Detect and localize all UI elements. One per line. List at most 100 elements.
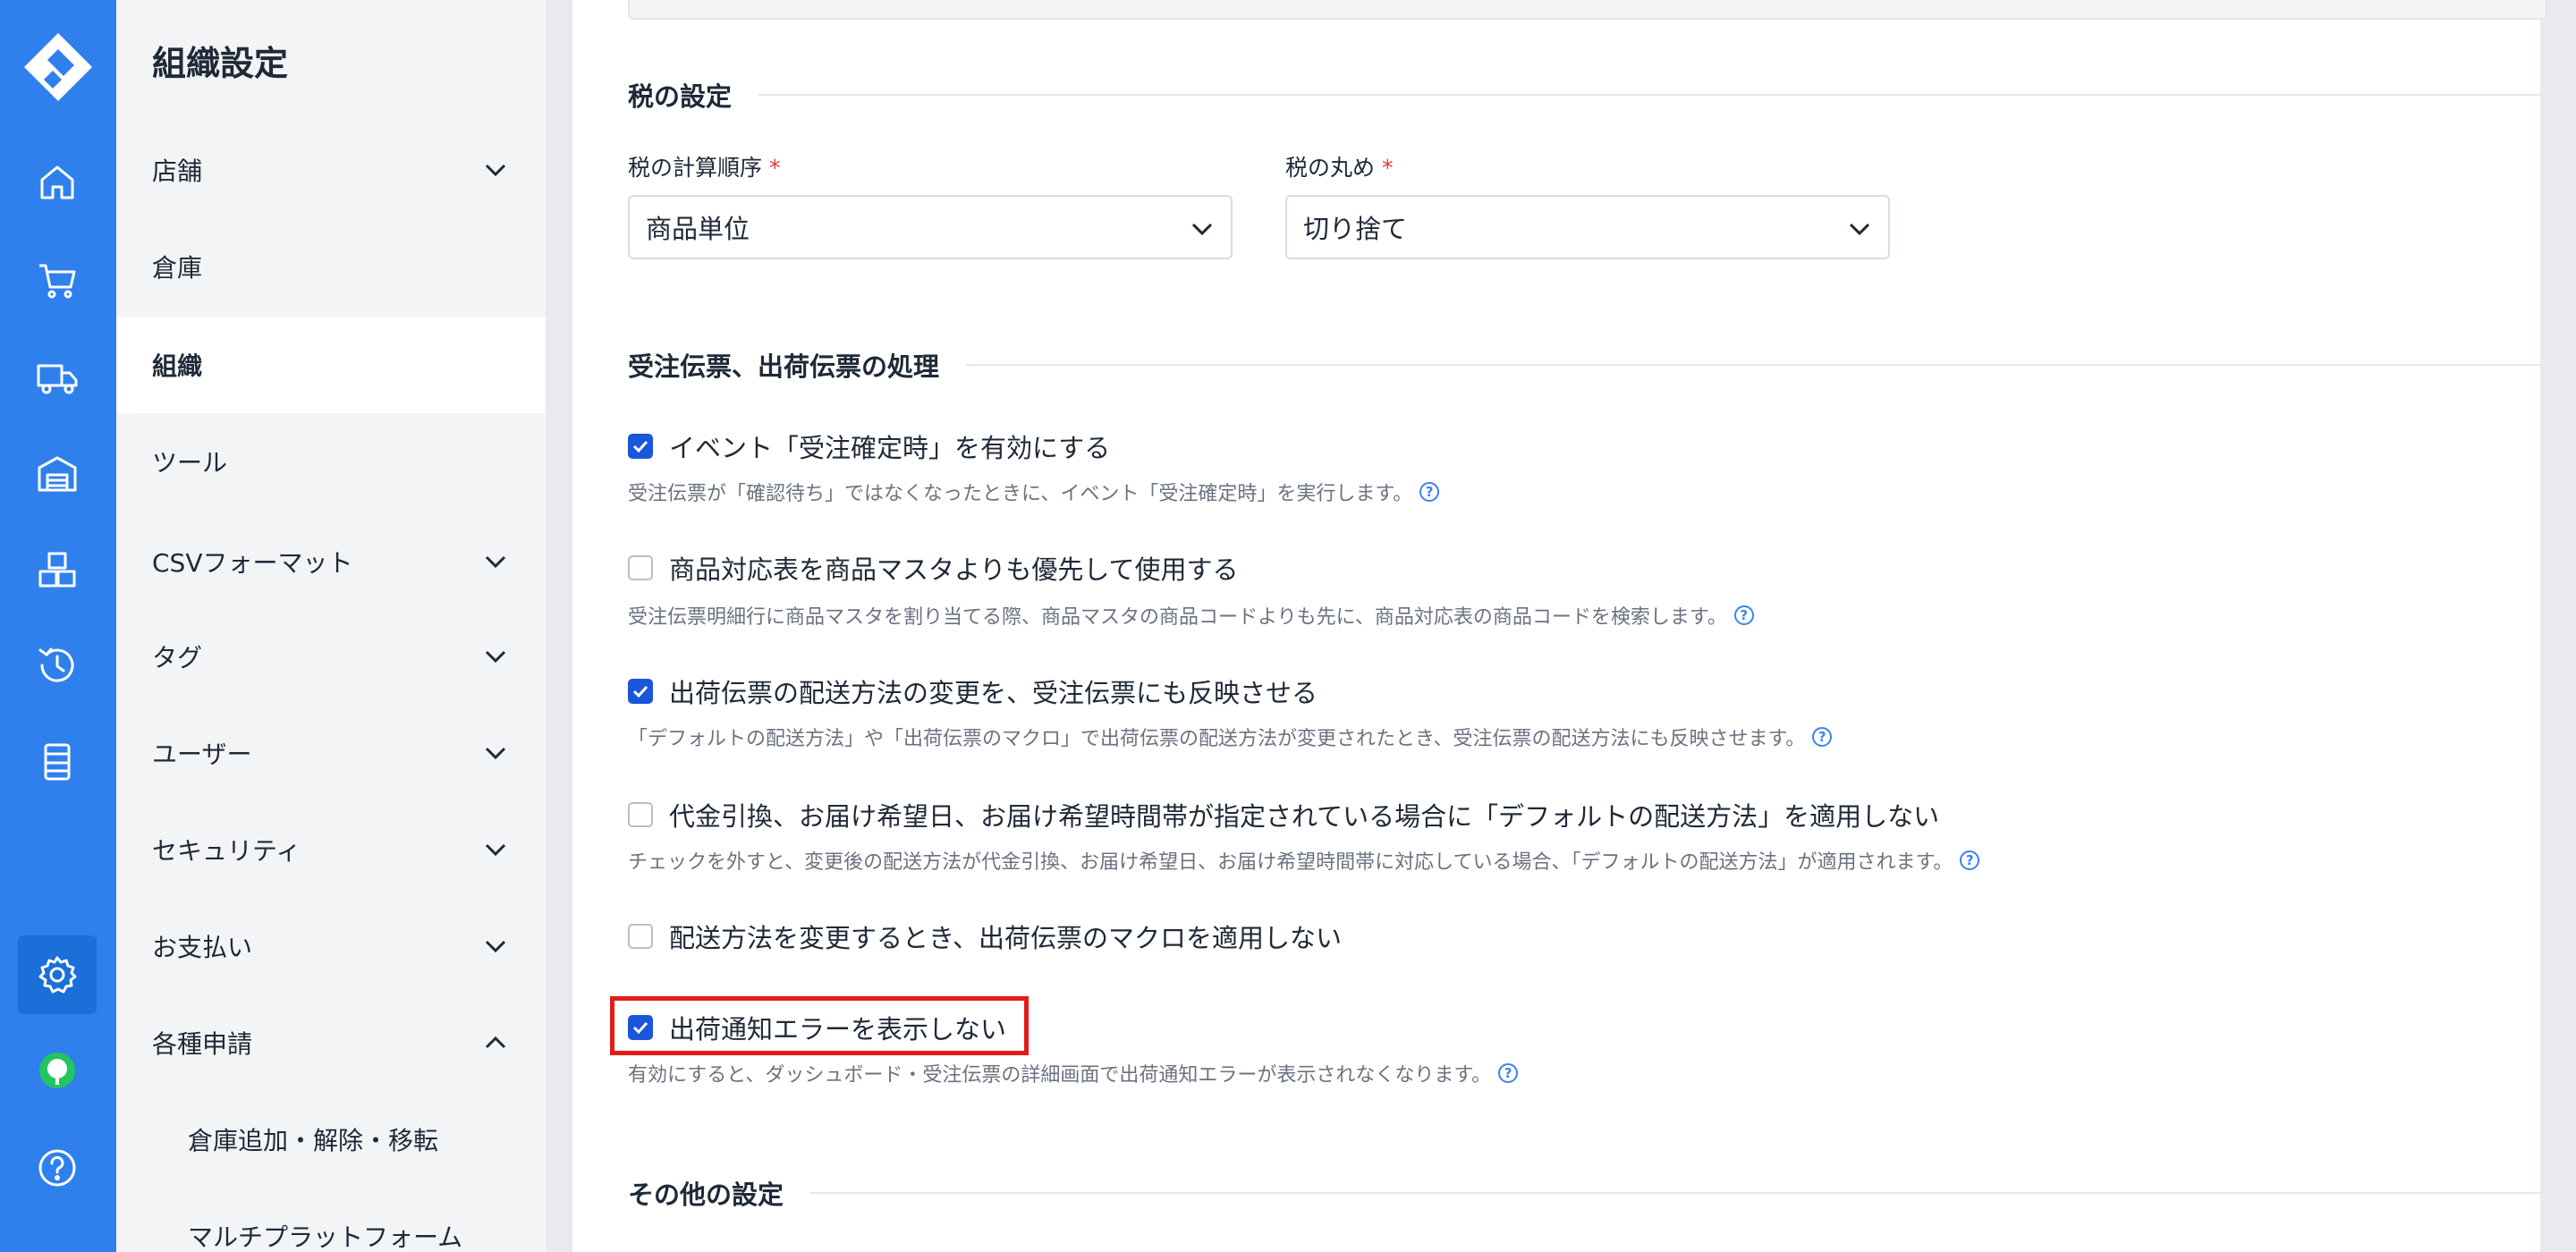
option-help: 「デフォルトの配送方法」や「出荷伝票のマクロ」で出荷伝票の配送方法が変更されたと… [628, 723, 1833, 751]
warehouse-icon[interactable] [18, 435, 97, 513]
option-hide-shipping-notice-error[interactable]: 出荷通知エラーを表示しない [628, 1009, 1006, 1046]
option-help: 有効にすると、ダッシュボード・受注伝票の詳細画面で出荷通知エラーが表示されなくな… [628, 1059, 1519, 1087]
settings-icon[interactable] [18, 935, 97, 1014]
option-help: 受注伝票明細行に商品マスタを割り当てる際、商品マスタの商品コードよりも先に、商品… [628, 601, 1754, 630]
help-text: チェックを外すと、変更後の配送方法が代金引換、お届け希望日、お届け希望時間帯に対… [628, 851, 1953, 874]
option-help: 受注伝票が「確認待ち」ではなくなったときに、イベント「受注確定時」を実行します。… [628, 478, 1440, 506]
divider [758, 94, 2547, 96]
checkbox[interactable] [628, 434, 653, 459]
chevron-down-icon [1849, 223, 1870, 236]
option-help: チェックを外すと、変更後の配送方法が代金引換、お届け希望日、お届け希望時間帯に対… [628, 846, 1980, 875]
sidebar-item-label: 倉庫追加・解除・移転 [188, 1126, 439, 1155]
chevron-down-icon [485, 555, 506, 569]
sidebar-item-label: セキュリティ [152, 836, 301, 866]
question-icon[interactable]: ? [1498, 1063, 1519, 1083]
option-label: 配送方法を変更するとき、出荷伝票のマクロを適用しない [669, 923, 1342, 953]
previous-section-box [628, 0, 2547, 20]
sidebar-item-organization[interactable]: 組織 [116, 317, 546, 413]
settings-panel: 税の設定 税の計算順序 * 商品単位 税の丸め * 切り捨て 受注伝票、出荷伝票の処… [572, 0, 2547, 1252]
help-icon[interactable] [18, 1129, 97, 1207]
icon-rail [0, 0, 116, 1252]
sidebar-item-security[interactable]: セキュリティ [116, 801, 546, 898]
option-label: イベント「受注確定時」を有効にする [669, 433, 1111, 463]
settings-sidebar: 組織設定 店舗 倉庫 組織 ツール CSVフォーマット タグ ユーザー セキュリ… [116, 0, 546, 1252]
field-label-text: 税の計算順序 [628, 155, 763, 181]
sidebar-item-label: マルチプラットフォーム [188, 1222, 463, 1252]
sidebar-item-users[interactable]: ユーザー [116, 705, 546, 801]
option-label: 出荷伝票の配送方法の変更を、受注伝票にも反映させる [669, 678, 1318, 708]
option-label: 出荷通知エラーを表示しない [669, 1014, 1007, 1045]
home-icon[interactable] [18, 143, 97, 222]
processing-section-heading: 受注伝票、出荷伝票の処理 [628, 347, 2547, 383]
option-label: 商品対応表を商品マスタよりも優先して使用する [669, 554, 1239, 585]
database-icon[interactable] [18, 723, 97, 801]
sidebar-item-label: 店舗 [152, 156, 203, 186]
option-skip-default-shipping[interactable]: 代金引換、お届け希望日、お届け希望時間帯が指定されている場合に「デフォルトの配送… [628, 796, 1939, 833]
chevron-up-icon [485, 1036, 506, 1049]
sidebar-item-label: 倉庫 [152, 253, 203, 283]
checkbox[interactable] [628, 679, 653, 704]
sidebar-item-payment[interactable]: お支払い [116, 898, 546, 994]
truck-icon[interactable] [18, 338, 97, 417]
chat-icon[interactable] [18, 1032, 97, 1111]
question-icon[interactable]: ? [1419, 482, 1440, 502]
select-value: 切り捨て [1303, 214, 1408, 244]
section-title: その他の設定 [628, 1180, 784, 1210]
help-text: 受注伝票明細行に商品マスタを割り当てる際、商品マスタの商品コードよりも先に、商品… [628, 606, 1727, 629]
question-icon[interactable]: ? [1960, 850, 1980, 870]
history-icon[interactable] [18, 626, 97, 705]
chevron-down-icon [485, 650, 506, 664]
divider [810, 1192, 2547, 1194]
checkbox[interactable] [628, 802, 653, 827]
sidebar-subitem-multiplatform[interactable]: マルチプラットフォーム [116, 1188, 546, 1252]
required-mark: * [1382, 155, 1394, 181]
tax-section-heading: 税の設定 [628, 77, 2547, 113]
help-text: 「デフォルトの配送方法」や「出荷伝票のマクロ」で出荷伝票の配送方法が変更されたと… [628, 728, 1806, 750]
option-skip-macro-on-change[interactable]: 配送方法を変更するとき、出荷伝票のマクロを適用しない [628, 918, 1342, 955]
sidebar-item-label: タグ [152, 643, 203, 673]
tax-order-select[interactable]: 商品単位 [628, 195, 1233, 259]
section-title: 受注伝票、出荷伝票の処理 [628, 351, 940, 382]
section-title: 税の設定 [628, 81, 733, 112]
field-label-text: 税の丸め [1285, 155, 1376, 181]
sidebar-item-applications[interactable]: 各種申請 [116, 994, 546, 1091]
sidebar-item-label: CSVフォーマット [152, 548, 353, 578]
select-value: 商品単位 [646, 214, 750, 244]
chevron-down-icon [485, 747, 506, 760]
checkbox[interactable] [628, 1015, 653, 1040]
other-section-heading: その他の設定 [628, 1175, 2547, 1211]
logo-icon[interactable] [18, 27, 98, 107]
chevron-down-icon [485, 843, 506, 857]
sidebar-item-label: 各種申請 [152, 1029, 253, 1059]
tax-rounding-select[interactable]: 切り捨て [1285, 195, 1890, 259]
sidebar-item-label: 組織 [152, 351, 203, 381]
tax-order-label: 税の計算順序 * [628, 150, 781, 182]
boxes-icon[interactable] [18, 531, 97, 610]
sidebar-item-label: お支払い [152, 933, 253, 962]
checkbox[interactable] [628, 924, 653, 949]
cart-icon[interactable] [18, 241, 97, 320]
help-text: 有効にすると、ダッシュボード・受注伝票の詳細画面で出荷通知エラーが表示されなくな… [628, 1064, 1492, 1087]
chevron-down-icon [1191, 223, 1213, 236]
chevron-down-icon [485, 164, 506, 177]
sidebar-title: 組織設定 [152, 44, 289, 83]
sidebar-subitem-warehouse-change[interactable]: 倉庫追加・解除・移転 [116, 1091, 546, 1188]
sidebar-item-label: ツール [152, 448, 228, 478]
sidebar-item-tags[interactable]: タグ [116, 608, 546, 705]
question-icon[interactable]: ? [1812, 727, 1833, 747]
sidebar-item-tools[interactable]: ツール [116, 413, 546, 510]
option-reflect-shipping-method[interactable]: 出荷伝票の配送方法の変更を、受注伝票にも反映させる [628, 673, 1318, 710]
sidebar-item-warehouse[interactable]: 倉庫 [116, 218, 546, 315]
checkbox[interactable] [628, 555, 653, 580]
tax-rounding-label: 税の丸め * [1285, 150, 1394, 182]
main-content: 税の設定 税の計算順序 * 商品単位 税の丸め * 切り捨て 受注伝票、出荷伝票の処… [546, 0, 2547, 1252]
option-product-mapping-priority[interactable]: 商品対応表を商品マスタよりも優先して使用する [628, 549, 1239, 587]
question-icon[interactable]: ? [1733, 605, 1754, 625]
sidebar-item-csv-format[interactable]: CSVフォーマット [116, 513, 546, 610]
option-label: 代金引換、お届け希望日、お届け希望時間帯が指定されている場合に「デフォルトの配送… [669, 801, 1940, 832]
option-order-confirm-event[interactable]: イベント「受注確定時」を有効にする [628, 427, 1110, 465]
sidebar-item-label: ユーザー [152, 740, 252, 769]
sidebar-item-store[interactable]: 店舗 [116, 122, 546, 218]
required-mark: * [769, 155, 781, 181]
help-text: 受注伝票が「確認待ち」ではなくなったときに、イベント「受注確定時」を実行します。 [628, 483, 1413, 505]
